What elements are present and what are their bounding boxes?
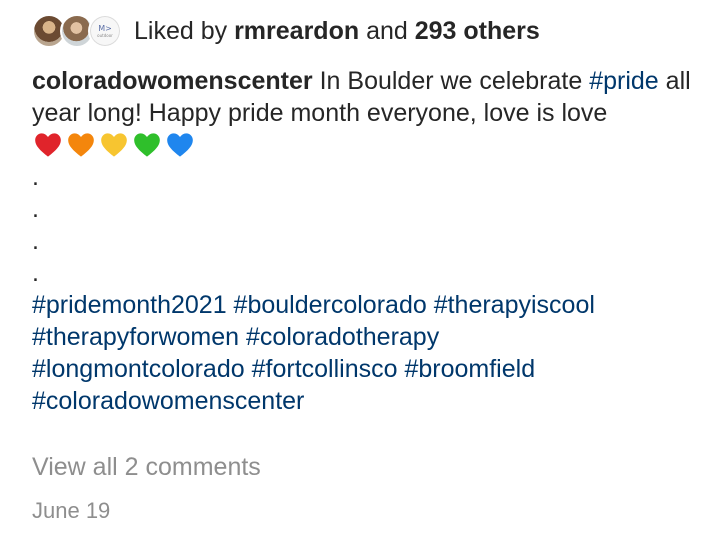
liker-username-link[interactable]: rmreardon — [234, 17, 359, 45]
hashtag-link[interactable]: #longmontcolorado — [32, 355, 245, 383]
dot-separator: . — [32, 227, 39, 255]
hashtag-link[interactable]: #broomfield — [404, 355, 535, 383]
hashtag-link[interactable]: #coloradowomenscenter — [32, 387, 304, 415]
red-heart-icon — [35, 133, 61, 157]
likes-prefix: Liked by — [134, 17, 228, 45]
hashtag-link[interactable]: #fortcollinsco — [252, 355, 398, 383]
likes-count-link[interactable]: 293 others — [415, 17, 540, 45]
hashtag-link[interactable]: #bouldercolorado — [234, 291, 427, 319]
hashtag-list: #pridemonth2021 #bouldercolorado #therap… — [32, 289, 707, 417]
hashtag-link[interactable]: #coloradotherapy — [246, 323, 439, 351]
brand-logo-subtext: outdoor — [97, 32, 113, 38]
view-all-comments-link[interactable]: View all 2 comments — [32, 451, 261, 483]
hashtag-link[interactable]: #pridemonth2021 — [32, 291, 227, 319]
heart-emoji-row — [34, 131, 194, 159]
caption-username-link[interactable]: coloradowomenscenter — [32, 67, 313, 95]
hashtag-link[interactable]: #therapyiscool — [434, 291, 595, 319]
avatar[interactable]: M> outdoor — [88, 14, 122, 48]
likes-row: M> outdoor Liked by rmreardon and 293 ot… — [32, 10, 540, 52]
orange-heart-icon — [68, 133, 94, 157]
caption-text: In Boulder we celebrate — [319, 67, 583, 95]
dot-separator: . — [32, 259, 39, 287]
hashtag-link[interactable]: #pride — [589, 67, 659, 95]
post-caption: coloradowomenscenter In Boulder we celeb… — [32, 65, 707, 417]
hashtag-link[interactable]: #therapyforwomen — [32, 323, 239, 351]
blue-heart-icon — [167, 133, 193, 157]
likes-summary: Liked by rmreardon and 293 others — [134, 10, 540, 52]
liker-avatars[interactable]: M> outdoor — [32, 10, 122, 52]
green-heart-icon — [134, 133, 160, 157]
dot-separator: . — [32, 195, 39, 223]
post-date: June 19 — [32, 498, 111, 523]
brand-logo-text: M> — [98, 23, 112, 33]
likes-conjunction: and — [366, 17, 408, 45]
yellow-heart-icon — [101, 133, 127, 157]
dot-separator: . — [32, 163, 39, 191]
